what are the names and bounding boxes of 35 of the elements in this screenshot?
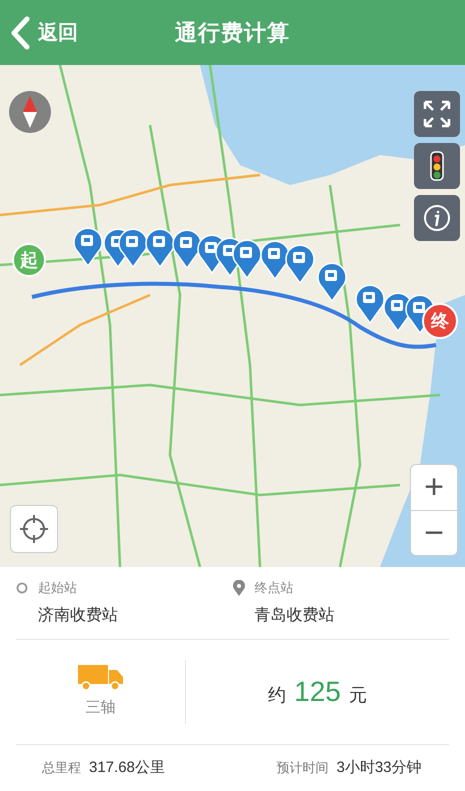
page-title: 通行费计算 — [174, 19, 290, 47]
fullscreen-icon — [422, 99, 452, 129]
location-pin-icon — [232, 580, 244, 596]
fullscreen-button[interactable] — [414, 91, 460, 137]
circle-icon — [16, 582, 28, 594]
toll-station-pin-icon — [355, 284, 385, 324]
summary-label: 预计时间 — [276, 758, 328, 777]
toll-station-pin-icon — [285, 244, 315, 284]
summary-value: 3小时33分钟 — [336, 758, 422, 778]
toll-station-pin-icon — [118, 228, 148, 268]
start-marker: 起 — [12, 243, 46, 277]
zoom-out-button[interactable]: − — [411, 510, 457, 555]
zoom-in-button[interactable]: + — [411, 465, 457, 510]
info-icon — [422, 203, 452, 233]
locate-icon — [19, 514, 49, 544]
compass-button[interactable] — [9, 91, 51, 133]
station-label: 起始站 — [38, 579, 77, 598]
toll-station-pin-icon — [172, 229, 202, 269]
info-button[interactable] — [414, 195, 460, 241]
station-label: 终点站 — [254, 579, 294, 598]
axle-label: 三轴 — [86, 698, 116, 718]
summary-label: 总里程 — [42, 758, 81, 777]
toll-price: 约 125 元 — [267, 675, 368, 709]
toll-station-pin-icon — [145, 228, 175, 268]
toll-station-pin-icon — [317, 262, 347, 302]
toll-station-pin-icon — [232, 239, 262, 279]
toll-station-pin-icon — [260, 240, 290, 280]
toll-station-pin-icon — [73, 227, 103, 267]
station-name: 济南收费站 — [37, 606, 119, 626]
locate-button[interactable] — [10, 505, 58, 553]
station-name: 青岛收费站 — [254, 606, 336, 626]
truck-icon — [78, 664, 124, 691]
summary-value: 317.68公里 — [89, 758, 165, 778]
compass-icon — [23, 96, 37, 128]
traffic-button[interactable] — [414, 143, 460, 189]
